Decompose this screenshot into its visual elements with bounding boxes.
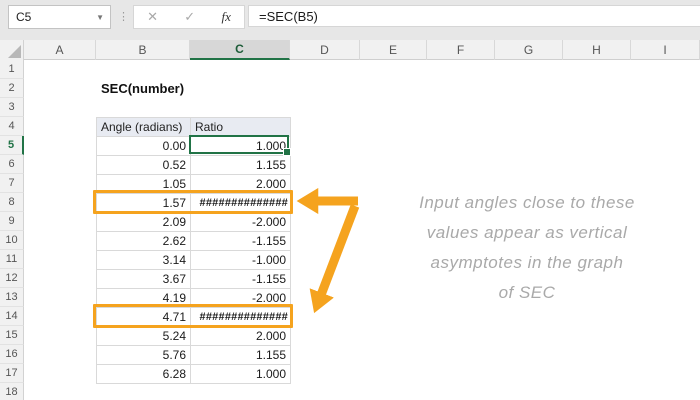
- name-box-dropdown-icon[interactable]: ▼: [96, 13, 110, 22]
- formula-bar-buttons: ✕ ✓ fx: [133, 5, 245, 29]
- sheet-canvas[interactable]: SEC(number) Angle (radians) Ratio 0.00 1.…: [24, 60, 700, 400]
- table-row: 5.24 2.000: [97, 327, 291, 346]
- cell-b2-title[interactable]: SEC(number): [96, 79, 184, 98]
- table-row: 5.76 1.155: [97, 346, 291, 365]
- row-header-11[interactable]: 11: [0, 250, 24, 269]
- row-header-18[interactable]: 18: [0, 383, 24, 400]
- row-header-14[interactable]: 14: [0, 307, 24, 326]
- table-row: 2.62 -1.155: [97, 232, 291, 251]
- row-header-8[interactable]: 8: [0, 193, 24, 212]
- annotation-line: asymptotes in the graph: [430, 253, 624, 272]
- formula-input[interactable]: =SEC(B5): [248, 5, 700, 27]
- row-header-17[interactable]: 17: [0, 364, 24, 383]
- annotation-line: Input angles close to these: [419, 193, 635, 212]
- table-row: 6.28 1.000: [97, 365, 291, 384]
- ratio-cell[interactable]: -1.155: [191, 270, 291, 289]
- highlight-box-row-14: [93, 304, 293, 328]
- row-header-16[interactable]: 16: [0, 345, 24, 364]
- active-cell-selection-c5[interactable]: [189, 135, 291, 156]
- ratio-cell[interactable]: -1.155: [191, 232, 291, 251]
- column-header-f[interactable]: F: [427, 40, 495, 60]
- row-header-2[interactable]: 2: [0, 79, 24, 98]
- arrow-to-row-14: [309, 204, 360, 314]
- formula-bar: C5 ▼ ⋮ ✕ ✓ fx =SEC(B5): [0, 0, 700, 40]
- ratio-cell[interactable]: 1.155: [191, 346, 291, 365]
- table-row: 2.09 -2.000: [97, 213, 291, 232]
- row-header-13[interactable]: 13: [0, 288, 24, 307]
- annotation-line: of SEC: [498, 283, 556, 302]
- angle-cell[interactable]: 0.52: [97, 156, 191, 175]
- row-header-1[interactable]: 1: [0, 60, 24, 79]
- column-header-h[interactable]: H: [563, 40, 631, 60]
- row-headers: 1 2 3 4 5 6 7 8 9 10 11 12 13 14 15 16 17 18: [0, 60, 24, 400]
- name-box-value: C5: [16, 10, 32, 24]
- angle-cell[interactable]: 6.28: [97, 365, 191, 384]
- annotation-text: Input angles close to these values appea…: [367, 188, 687, 308]
- table-header-angle[interactable]: Angle (radians): [97, 118, 191, 137]
- ratio-cell[interactable]: 2.000: [191, 327, 291, 346]
- formula-bar-resize-handle[interactable]: ⋮: [118, 4, 129, 28]
- column-header-g[interactable]: G: [495, 40, 563, 60]
- column-header-i[interactable]: I: [631, 40, 700, 60]
- name-box[interactable]: C5 ▼: [8, 5, 111, 29]
- angle-cell[interactable]: 0.00: [97, 137, 191, 156]
- row-header-9[interactable]: 9: [0, 212, 24, 231]
- row-header-10[interactable]: 10: [0, 231, 24, 250]
- ratio-cell[interactable]: 1.000: [191, 365, 291, 384]
- insert-function-button[interactable]: fx: [221, 9, 230, 25]
- column-header-c[interactable]: C: [190, 40, 290, 60]
- cancel-button[interactable]: ✕: [147, 9, 158, 25]
- row-header-6[interactable]: 6: [0, 155, 24, 174]
- angle-cell[interactable]: 2.09: [97, 213, 191, 232]
- column-header-b[interactable]: B: [96, 40, 190, 60]
- row-header-15[interactable]: 15: [0, 326, 24, 345]
- angle-cell[interactable]: 2.62: [97, 232, 191, 251]
- angle-cell[interactable]: 3.67: [97, 270, 191, 289]
- enter-button[interactable]: ✓: [184, 9, 195, 25]
- ratio-cell[interactable]: -1.000: [191, 251, 291, 270]
- ratio-cell[interactable]: 1.155: [191, 156, 291, 175]
- table-row: 0.52 1.155: [97, 156, 291, 175]
- column-header-e[interactable]: E: [360, 40, 427, 60]
- column-header-d[interactable]: D: [290, 40, 360, 60]
- ratio-cell[interactable]: -2.000: [191, 213, 291, 232]
- select-all-corner[interactable]: [0, 40, 24, 60]
- highlight-box-row-8: [93, 190, 293, 214]
- row-header-4[interactable]: 4: [0, 117, 24, 136]
- excel-window: C5 ▼ ⋮ ✕ ✓ fx =SEC(B5) ABCDEFGHI 1234567…: [0, 0, 700, 400]
- row-header-7[interactable]: 7: [0, 174, 24, 193]
- data-table: Angle (radians) Ratio 0.00 1.000 0.52 1.155…: [96, 117, 291, 384]
- angle-cell[interactable]: 5.24: [97, 327, 191, 346]
- fill-handle[interactable]: [283, 148, 291, 156]
- angle-cell[interactable]: 3.14: [97, 251, 191, 270]
- row-header-12[interactable]: 12: [0, 269, 24, 288]
- table-row: 3.14 -1.000: [97, 251, 291, 270]
- column-header-a[interactable]: A: [24, 40, 96, 60]
- row-header-3[interactable]: 3: [0, 98, 24, 117]
- column-headers: ABCDEFGHI: [0, 40, 700, 60]
- angle-cell[interactable]: 5.76: [97, 346, 191, 365]
- table-row: 3.67 -1.155: [97, 270, 291, 289]
- annotation-line: values appear as vertical: [426, 223, 628, 242]
- row-header-5[interactable]: 5: [0, 136, 24, 155]
